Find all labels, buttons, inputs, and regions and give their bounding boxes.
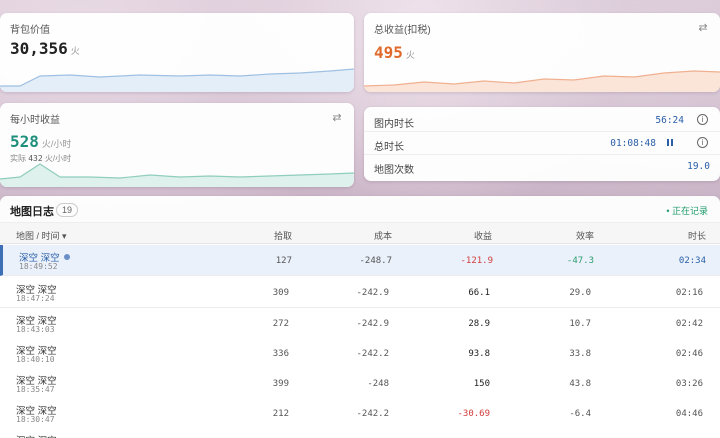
- map-time: 18:49:52: [19, 262, 58, 271]
- table-row[interactable]: 深空 深空 18:47:24 309 -242.9 66.1 29.0 02:16: [0, 277, 720, 308]
- income-value: -30.69: [457, 409, 490, 419]
- map-count-row: 地图次数 19.0: [364, 155, 720, 178]
- map-time: 18:30:47: [16, 415, 55, 424]
- duration-value: 04:46: [675, 409, 703, 419]
- bag-value-sparkline: [0, 68, 354, 92]
- efficiency-value: 10.7: [569, 319, 591, 329]
- cost-value: -242.9: [356, 288, 389, 298]
- map-count-label: 地图次数: [374, 165, 414, 176]
- pickup-value: 212: [272, 409, 289, 419]
- map-count-badge: 19: [56, 203, 79, 217]
- efficiency-value: 43.8: [569, 379, 591, 389]
- cost-value: -242.2: [356, 349, 389, 359]
- cost-value: -242.9: [356, 319, 389, 329]
- income-value: 93.8: [468, 349, 490, 359]
- duration-value: 02:46: [675, 349, 703, 359]
- column-cost[interactable]: 成本: [374, 229, 392, 242]
- column-income[interactable]: 收益: [474, 229, 492, 242]
- income-value: 28.9: [468, 319, 490, 329]
- duration-value: 03:26: [675, 379, 703, 389]
- table-row[interactable]: 深空 深空: [0, 428, 720, 438]
- table-row[interactable]: 深空 深空 18:40:10 336 -242.2 93.8 33.8 02:46: [0, 338, 720, 369]
- column-pickup[interactable]: 拾取: [274, 229, 292, 242]
- total-income-sparkline: [364, 70, 720, 92]
- income-value: 150: [473, 379, 490, 389]
- total-income-label: 总收益(扣税): [374, 25, 431, 36]
- duration-value: 02:42: [675, 319, 703, 329]
- column-duration[interactable]: 时长: [688, 229, 706, 242]
- in-map-time-label: 图内时长: [374, 119, 414, 130]
- total-time-row: 总时长 01:08:48 i: [364, 132, 720, 155]
- table-row[interactable]: 深空 深空 18:49:52 127 -248.7 -121.9 -47.3 02:34: [0, 245, 720, 276]
- income-value: -121.9: [460, 256, 493, 266]
- pickup-value: 272: [272, 319, 289, 329]
- column-map-time[interactable]: 地图 / 时间 ▾: [16, 229, 67, 242]
- cost-value: -242.2: [356, 409, 389, 419]
- info-icon[interactable]: i: [697, 114, 708, 125]
- pickup-value: 309: [272, 288, 289, 298]
- map-count-value: 19.0: [687, 161, 710, 172]
- pause-icon[interactable]: [665, 137, 675, 148]
- total-time-label: 总时长: [374, 142, 404, 153]
- total-income-card: 总收益(扣税) ⇄ 495 火: [364, 13, 720, 92]
- hourly-income-amount: 528 火/小时: [10, 132, 72, 151]
- swap-icon[interactable]: ⇄: [330, 111, 344, 125]
- table-row[interactable]: 深空 深空 18:30:47 212 -242.2 -30.69 -6.4 04:46: [0, 398, 720, 429]
- total-income-amount: 495 火: [374, 43, 415, 62]
- pickup-value: 336: [272, 349, 289, 359]
- table-row[interactable]: 深空 深空 18:35:47 399 -248 150 43.8 03:26: [0, 368, 720, 399]
- live-dot-icon: [63, 254, 70, 260]
- in-map-time-row: 图内时长 56:24 i: [364, 109, 720, 132]
- pickup-value: 399: [272, 379, 289, 389]
- cost-value: -248: [367, 379, 389, 389]
- duration-value: 02:16: [675, 288, 703, 298]
- pickup-value: 127: [275, 256, 292, 266]
- table-header: 地图 / 时间 ▾ 拾取 成本 收益 效率 时长: [0, 222, 720, 244]
- cost-value: -248.7: [359, 256, 392, 266]
- swap-icon[interactable]: ⇄: [696, 21, 710, 35]
- efficiency-value: 33.8: [569, 349, 591, 359]
- column-efficiency[interactable]: 效率: [576, 229, 594, 242]
- map-name: 深空 深空: [16, 433, 57, 438]
- map-time: 18:43:03: [16, 325, 55, 334]
- map-time: 18:40:10: [16, 355, 55, 364]
- hourly-income-label: 每小时收益: [10, 115, 60, 126]
- map-time: 18:47:24: [16, 294, 55, 303]
- stats-card: 图内时长 56:24 i 总时长 01:08:48 i 地图次数 19.0: [364, 107, 720, 181]
- map-log-title: 地图日志: [10, 206, 54, 218]
- map-log-card: 地图日志 19 • 正在记录 地图 / 时间 ▾ 拾取 成本 收益 效率 时长 …: [0, 196, 720, 438]
- efficiency-value: -6.4: [569, 409, 591, 419]
- info-icon[interactable]: i: [697, 137, 708, 148]
- income-value: 66.1: [468, 288, 490, 298]
- hourly-income-card: 每小时收益 ⇄ 528 火/小时 实际 432 火/小时: [0, 103, 354, 187]
- efficiency-value: 29.0: [569, 288, 591, 298]
- table-row[interactable]: 深空 深空 18:43:03 272 -242.9 28.9 10.7 02:42: [0, 308, 720, 339]
- bag-value-label: 背包价值: [10, 25, 50, 36]
- bag-value-card: 背包价值 30,356 火: [0, 13, 354, 92]
- duration-value: 02:34: [678, 256, 706, 266]
- in-map-time-value: 56:24: [655, 115, 684, 126]
- map-time: 18:35:47: [16, 385, 55, 394]
- bag-value-amount: 30,356 火: [10, 39, 80, 58]
- hourly-income-sparkline: [0, 163, 354, 187]
- total-time-value: 01:08:48: [610, 138, 656, 149]
- recording-status: • 正在记录: [666, 206, 708, 216]
- efficiency-value: -47.3: [566, 256, 594, 266]
